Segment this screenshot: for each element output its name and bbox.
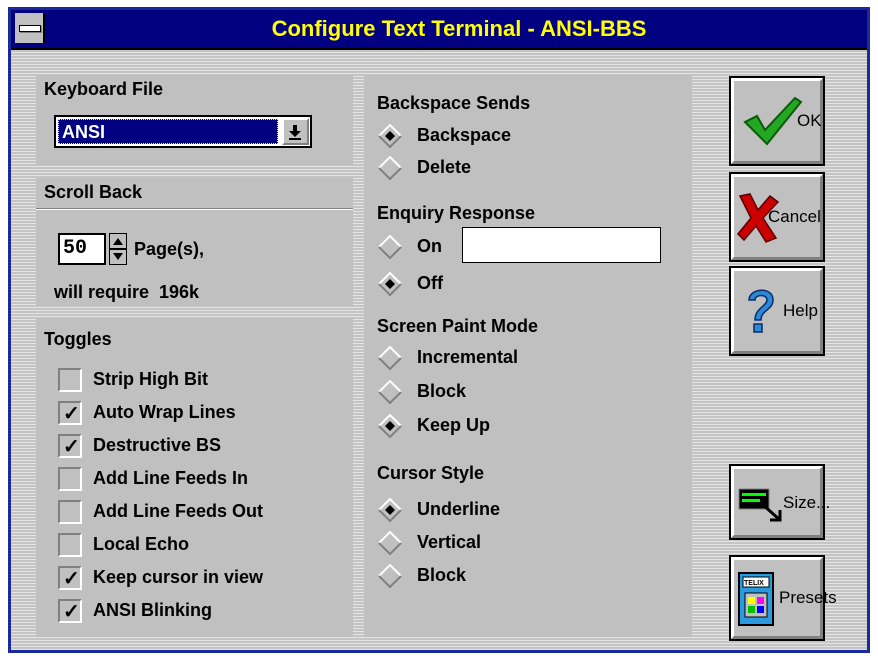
enquiry-radio[interactable] <box>378 271 402 297</box>
cursor-radio[interactable] <box>378 530 402 556</box>
scroll-back-pages-input[interactable]: 50 <box>58 233 106 265</box>
paint-option-label: Incremental <box>417 347 519 367</box>
screen-paint-mode-label: Screen Paint Mode <box>377 316 539 336</box>
ok-label: OK <box>797 111 822 130</box>
toggle-checkbox[interactable] <box>58 500 82 524</box>
dialog-client: Keyboard File ANSI Scroll Back 50 Page(s… <box>11 50 867 650</box>
toggle-label: Local Echo <box>93 534 190 554</box>
checkmark-icon: ✓ <box>63 403 80 425</box>
window-title: Configure Text Terminal - ANSI-BBS <box>271 16 647 41</box>
help-button[interactable]: Help <box>729 266 825 356</box>
backspace-option-label: Delete <box>417 157 472 177</box>
enquiry-option-label: Off <box>417 273 443 293</box>
scroll-back-spinner[interactable] <box>109 233 127 265</box>
presets-button[interactable]: TELIX Presets <box>729 555 837 641</box>
toggle-label: ANSI Blinking <box>93 600 213 620</box>
scroll-back-divider <box>36 208 353 210</box>
backspace-radio[interactable] <box>378 123 402 149</box>
checkmark-icon: ✓ <box>63 568 80 590</box>
toggle-checkbox[interactable] <box>58 467 82 491</box>
system-menu-icon <box>19 25 41 32</box>
backspace-sends-label: Backspace Sends <box>377 93 531 113</box>
toggle-label: Strip High Bit <box>93 369 208 389</box>
memory-required-text: will require 196k <box>54 282 200 302</box>
backspace-option-label: Backspace <box>417 125 512 145</box>
toggle-label: Add Line Feeds Out <box>93 501 264 521</box>
checkmark-icon <box>743 96 803 146</box>
options-panel <box>364 75 692 637</box>
presets-icon: TELIX <box>738 572 774 626</box>
pages-unit-label: Page(s), <box>134 239 205 259</box>
toggle-checkbox[interactable]: ✓ <box>58 566 82 590</box>
cursor-option-label: Block <box>417 565 467 585</box>
size-label: Size... <box>783 493 831 512</box>
scroll-back-label: Scroll Back <box>44 182 143 202</box>
toggle-label: Destructive BS <box>93 435 222 455</box>
paint-option-label: Keep Up <box>417 415 491 435</box>
dialog-window: Configure Text Terminal - ANSI-BBS Keybo… <box>8 7 870 653</box>
cursor-option-label: Vertical <box>417 532 482 552</box>
cursor-option-label: Underline <box>417 499 501 519</box>
title-bar: Configure Text Terminal - ANSI-BBS <box>11 10 867 50</box>
paint-option-label: Block <box>417 381 467 401</box>
toggle-checkbox[interactable]: ✓ <box>58 434 82 458</box>
toggle-checkbox[interactable] <box>58 533 82 557</box>
resize-terminal-icon <box>738 488 782 522</box>
toggles-label: Toggles <box>44 329 112 349</box>
spin-down-button[interactable] <box>109 249 127 265</box>
enquiry-radio[interactable] <box>378 234 402 260</box>
ok-button[interactable]: OK <box>729 76 825 166</box>
paint-radio[interactable] <box>378 413 402 439</box>
paint-radio[interactable] <box>378 379 402 405</box>
arrow-up-icon <box>113 238 123 245</box>
toggle-checkbox[interactable]: ✓ <box>58 401 82 425</box>
system-menu-button[interactable] <box>15 13 45 43</box>
enquiry-response-label: Enquiry Response <box>377 203 536 223</box>
checkmark-icon: ✓ <box>63 601 80 623</box>
presets-label: Presets <box>779 588 837 607</box>
size-button[interactable]: Size... <box>729 464 830 540</box>
keyboard-file-label: Keyboard File <box>44 79 164 99</box>
keyboard-file-select[interactable]: ANSI <box>54 115 312 148</box>
dropdown-arrow-button[interactable] <box>282 118 309 145</box>
cursor-radio[interactable] <box>378 497 402 523</box>
enquiry-option-label: On <box>417 236 442 256</box>
cancel-label: Cancel <box>768 207 821 226</box>
cursor-style-label: Cursor Style <box>377 463 485 483</box>
paint-radio[interactable] <box>378 345 402 371</box>
enquiry-response-input[interactable] <box>462 227 661 263</box>
keyboard-file-value: ANSI <box>58 119 278 144</box>
presets-icon-text: TELIX <box>744 580 764 587</box>
chevron-down-icon <box>289 125 301 140</box>
toggle-checkbox[interactable] <box>58 368 82 392</box>
cursor-radio[interactable] <box>378 563 402 589</box>
cancel-button[interactable]: Cancel <box>729 172 825 262</box>
toggle-label: Keep cursor in view <box>93 567 264 587</box>
toggle-checkbox[interactable]: ✓ <box>58 599 82 623</box>
arrow-down-icon <box>113 253 123 260</box>
toggle-label: Add Line Feeds In <box>93 468 249 488</box>
toggle-label: Auto Wrap Lines <box>93 402 236 422</box>
help-label: Help <box>783 301 818 320</box>
checkmark-icon: ✓ <box>63 436 80 458</box>
spin-up-button[interactable] <box>109 233 127 249</box>
question-mark-icon <box>748 289 774 333</box>
backspace-radio[interactable] <box>378 155 402 181</box>
